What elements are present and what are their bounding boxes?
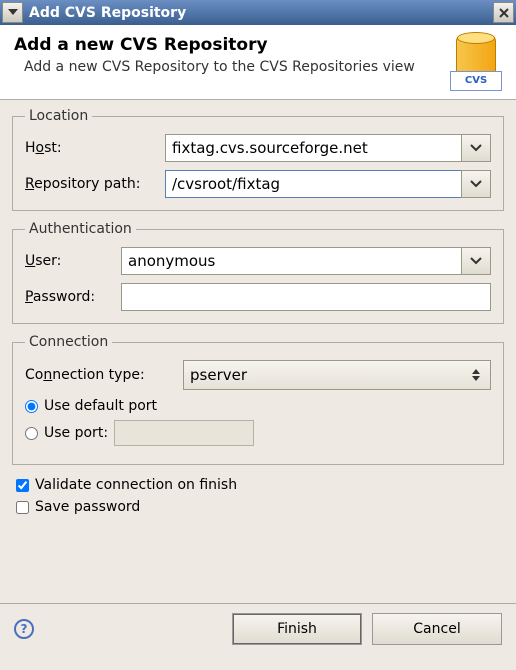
- titlebar: Add CVS Repository: [0, 0, 516, 25]
- window-menu-button[interactable]: [2, 2, 23, 23]
- repository-path-label: Repository path:: [25, 176, 165, 192]
- connection-type-label: Connection type:: [25, 367, 183, 383]
- user-label: User:: [25, 253, 121, 269]
- use-port-label: Use port:: [44, 425, 108, 441]
- connection-legend: Connection: [25, 334, 112, 350]
- repository-path-input[interactable]: [165, 170, 461, 198]
- host-label: Host:: [25, 140, 165, 156]
- save-password-label: Save password: [35, 499, 140, 515]
- user-dropdown-button[interactable]: [461, 247, 491, 275]
- close-button[interactable]: [493, 2, 514, 23]
- help-button[interactable]: ?: [14, 619, 34, 639]
- use-port-radio[interactable]: [25, 427, 38, 440]
- finish-button[interactable]: Finish: [232, 613, 362, 645]
- dialog-banner: Add a new CVS Repository Add a new CVS R…: [0, 25, 516, 100]
- location-legend: Location: [25, 108, 92, 124]
- validate-connection-label: Validate connection on finish: [35, 477, 237, 493]
- cvs-icon: CVS: [450, 35, 502, 91]
- dialog-footer: ? Finish Cancel: [0, 603, 516, 653]
- port-input: [114, 420, 254, 446]
- dialog-title: Add a new CVS Repository: [14, 35, 450, 55]
- connection-group: Connection Connection type: pserver Use …: [12, 334, 504, 465]
- validate-connection-checkbox[interactable]: [16, 479, 29, 492]
- save-password-checkbox[interactable]: [16, 501, 29, 514]
- window-title: Add CVS Repository: [25, 5, 491, 21]
- user-input[interactable]: [121, 247, 461, 275]
- authentication-group: Authentication User: Password:: [12, 221, 504, 324]
- password-input[interactable]: [121, 283, 491, 311]
- connection-type-select[interactable]: pserver: [183, 360, 491, 390]
- authentication-legend: Authentication: [25, 221, 136, 237]
- host-input[interactable]: [165, 134, 461, 162]
- spin-icon: [468, 369, 484, 382]
- repository-path-dropdown-button[interactable]: [461, 170, 491, 198]
- location-group: Location Host: Repository path:: [12, 108, 504, 211]
- host-dropdown-button[interactable]: [461, 134, 491, 162]
- cancel-button[interactable]: Cancel: [372, 613, 502, 645]
- use-default-port-radio[interactable]: [25, 400, 38, 413]
- password-label: Password:: [25, 289, 121, 305]
- use-default-port-label: Use default port: [44, 398, 157, 414]
- dialog-subtitle: Add a new CVS Repository to the CVS Repo…: [24, 59, 450, 77]
